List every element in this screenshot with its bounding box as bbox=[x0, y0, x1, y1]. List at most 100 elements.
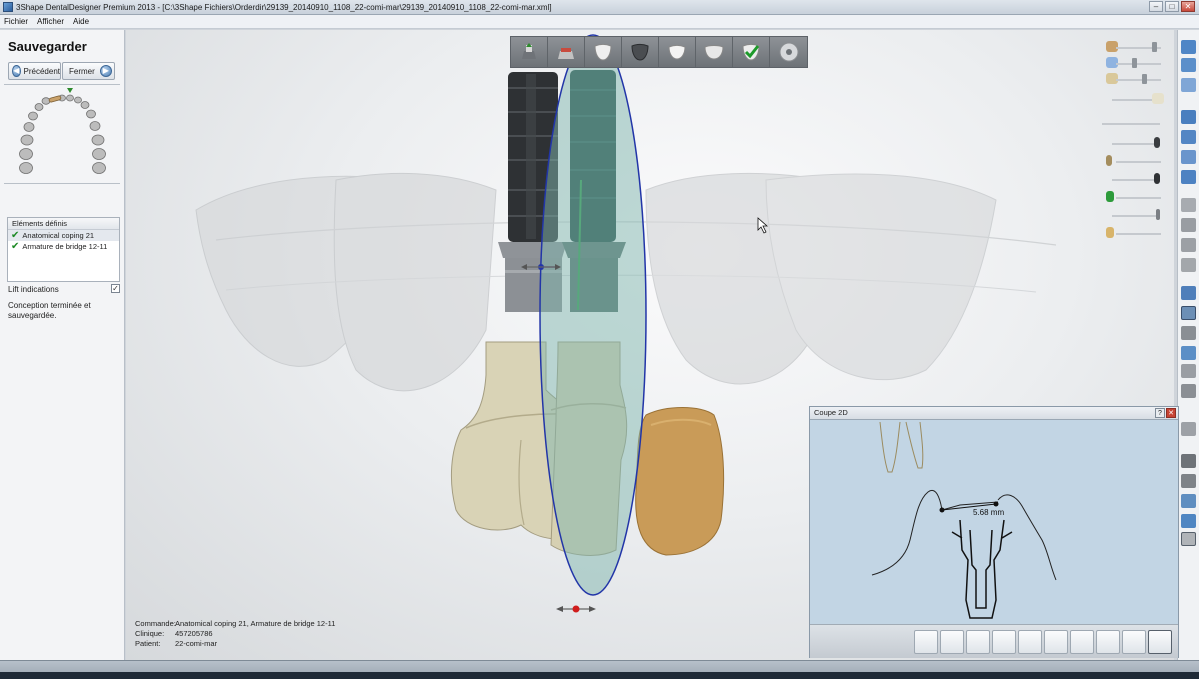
grid-icon[interactable] bbox=[1148, 630, 1172, 654]
view-side-icon[interactable] bbox=[1181, 150, 1196, 164]
view-back-icon[interactable] bbox=[1181, 130, 1196, 144]
commande-label: Commande: bbox=[135, 619, 176, 628]
tooth-icon bbox=[80, 101, 90, 109]
remove-icon[interactable] bbox=[1096, 630, 1120, 654]
slider-row[interactable] bbox=[1102, 190, 1172, 204]
tooth-icon bbox=[23, 122, 35, 132]
rotate-view-icon[interactable] bbox=[1181, 78, 1196, 92]
close-window-button[interactable]: ✕ bbox=[1181, 1, 1195, 12]
previous-label: Précédent bbox=[23, 66, 60, 76]
slider-row[interactable] bbox=[1102, 172, 1172, 186]
slider-row[interactable] bbox=[1102, 136, 1172, 150]
checked-tooth-icon[interactable] bbox=[733, 37, 770, 67]
list-item-label: Anatomical coping 21 bbox=[22, 231, 95, 240]
window-title: 3Shape DentalDesigner Premium 2013 - [C:… bbox=[16, 2, 552, 12]
checked-tooth-side-icon[interactable] bbox=[1181, 532, 1196, 546]
coping-icon bbox=[1106, 155, 1112, 166]
slider-row[interactable] bbox=[1102, 72, 1172, 86]
star-icon[interactable] bbox=[1181, 474, 1196, 488]
menu-afficher[interactable]: Afficher bbox=[33, 17, 69, 26]
crown-icon bbox=[1106, 227, 1114, 238]
hand-icon[interactable] bbox=[1181, 198, 1196, 212]
slider-row[interactable] bbox=[1102, 40, 1172, 54]
slider-row[interactable] bbox=[1102, 92, 1172, 106]
drill-icon[interactable] bbox=[1181, 494, 1196, 508]
slider-row[interactable] bbox=[1102, 208, 1172, 222]
dental-arch-chart[interactable] bbox=[14, 86, 110, 176]
slider-row[interactable] bbox=[1102, 116, 1172, 130]
bridge-step-icon[interactable] bbox=[696, 37, 733, 67]
cylinder-icon[interactable] bbox=[1181, 346, 1196, 360]
tooth-step-icon[interactable] bbox=[585, 37, 622, 67]
tooth-icon bbox=[28, 111, 38, 121]
list-item[interactable]: ✔ Armature de bridge 12-11 bbox=[8, 241, 119, 252]
ruler-icon[interactable] bbox=[1181, 326, 1196, 340]
shield-icon[interactable] bbox=[1181, 454, 1196, 468]
selected-tooth-marker bbox=[67, 88, 73, 93]
coping-step-icon[interactable] bbox=[622, 37, 659, 67]
step-title: Sauvegarder bbox=[8, 39, 87, 54]
magnifier-icon[interactable] bbox=[1122, 630, 1146, 654]
tooth-icon bbox=[19, 148, 33, 160]
slider-row[interactable] bbox=[1102, 226, 1172, 240]
defined-elements-list: Eléments définis ✔ Anatomical coping 21 … bbox=[7, 217, 120, 282]
tooth-grey-icon[interactable] bbox=[1018, 630, 1042, 654]
tooth-icon bbox=[1152, 93, 1164, 104]
measure-icon[interactable] bbox=[1181, 286, 1196, 300]
blue-model-icon[interactable] bbox=[966, 630, 990, 654]
tooth-icon bbox=[89, 121, 101, 131]
save-disc-icon[interactable] bbox=[770, 37, 807, 67]
close-view-icon[interactable] bbox=[1181, 40, 1196, 54]
fullscreen-icon[interactable] bbox=[1181, 58, 1196, 72]
check-icon: ✔ bbox=[11, 229, 20, 241]
implant-step-icon[interactable] bbox=[511, 37, 548, 67]
slider-knob[interactable] bbox=[1152, 42, 1157, 52]
coupe-2d-toolbar bbox=[810, 624, 1178, 658]
cut-tooth-icon[interactable] bbox=[914, 630, 938, 654]
slider-row[interactable] bbox=[1102, 154, 1172, 168]
pin-icon bbox=[1156, 209, 1160, 220]
section-view-icon[interactable] bbox=[1181, 306, 1196, 320]
help-button[interactable]: ? bbox=[1155, 408, 1165, 418]
shape-icon[interactable] bbox=[1181, 364, 1196, 378]
delete-tooth-icon[interactable] bbox=[992, 630, 1016, 654]
view-front-icon[interactable] bbox=[1181, 110, 1196, 124]
clinique-label: Clinique: bbox=[135, 629, 165, 638]
arrow-right-icon: ▶ bbox=[99, 65, 112, 77]
defined-elements-header: Eléments définis bbox=[8, 218, 119, 230]
slider-knob[interactable] bbox=[1142, 74, 1147, 84]
coupe-2d-panel[interactable]: Coupe 2D ? ✕ 5.68 mm bbox=[809, 406, 1179, 658]
tooth-icon bbox=[92, 162, 106, 174]
lift-indications-checkbox[interactable]: ✓ bbox=[111, 284, 120, 293]
slider-row[interactable] bbox=[1102, 56, 1172, 70]
menu-aide[interactable]: Aide bbox=[69, 17, 94, 26]
status-message: Conception terminée et sauvegardée. bbox=[8, 301, 91, 320]
warning-icon[interactable] bbox=[1181, 384, 1196, 398]
tooth-step-icon-2[interactable] bbox=[659, 37, 696, 67]
view-top-icon[interactable] bbox=[1181, 170, 1196, 184]
cloud-icon[interactable] bbox=[1181, 422, 1196, 436]
slider-knob[interactable] bbox=[1132, 58, 1137, 68]
box-icon[interactable] bbox=[1181, 514, 1196, 528]
menu-fichier[interactable]: Fichier bbox=[0, 17, 33, 26]
smooth-icon[interactable] bbox=[1181, 258, 1196, 272]
abutment-step-icon[interactable] bbox=[548, 37, 585, 67]
close-label: Fermer bbox=[69, 66, 95, 76]
workflow-toolbar bbox=[510, 36, 808, 68]
tooth-icon bbox=[66, 94, 74, 102]
close-panel-button[interactable]: ✕ bbox=[1166, 408, 1176, 418]
minimize-button[interactable]: – bbox=[1149, 1, 1163, 12]
blue-crown-icon[interactable] bbox=[1070, 630, 1094, 654]
tooth-scan-icon[interactable] bbox=[940, 630, 964, 654]
clinique-value: 457205786 bbox=[175, 629, 213, 638]
maximize-button[interactable]: □ bbox=[1165, 1, 1179, 12]
divider bbox=[4, 84, 120, 85]
pointer-icon[interactable] bbox=[1181, 218, 1196, 232]
tooth-grey-icon-2[interactable] bbox=[1044, 630, 1068, 654]
sculpt-icon[interactable] bbox=[1181, 238, 1196, 252]
list-item[interactable]: ✔ Anatomical coping 21 bbox=[8, 230, 119, 241]
tooth-icon bbox=[86, 109, 96, 119]
close-button[interactable]: Fermer ▶ bbox=[62, 62, 115, 80]
plane-rotate-handle bbox=[556, 605, 596, 613]
previous-button[interactable]: ◀ Précédent bbox=[8, 62, 61, 80]
